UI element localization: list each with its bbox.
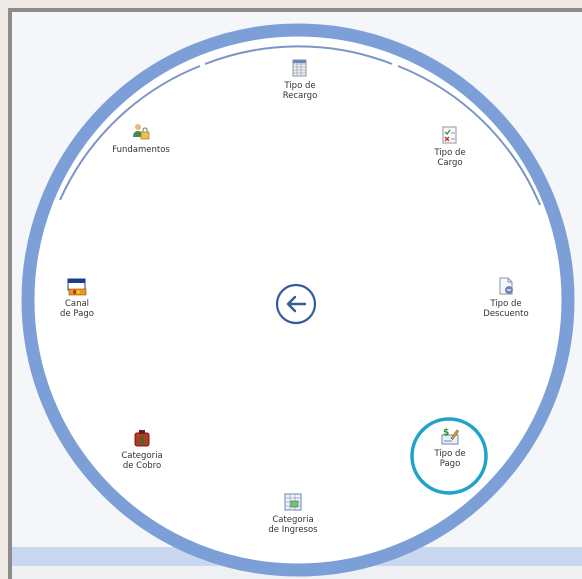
menu-item-label: Categoria de Cobro	[121, 451, 163, 471]
menu-item-categoria-cobro[interactable]: $ Categoria de Cobro	[102, 428, 182, 471]
svg-text:$: $	[443, 428, 449, 438]
menu-item-label: Tipo de Recargo	[282, 81, 318, 101]
users-lock-icon	[133, 124, 150, 140]
menu-item-tipo-recargo[interactable]: Tipo de Recargo	[260, 58, 340, 101]
spreadsheet-icon	[292, 59, 307, 77]
table-money-icon	[284, 493, 302, 511]
document-discount-icon	[499, 277, 513, 295]
menu-item-tipo-cargo[interactable]: Tipo de Cargo	[410, 125, 490, 168]
credit-card-icon	[67, 278, 87, 296]
menu-item-label: Categoria de Ingresos	[268, 515, 318, 535]
menu-item-tipo-pago[interactable]: $ Tipo de Pago	[410, 426, 490, 469]
back-button[interactable]	[274, 282, 318, 326]
menu-item-label: Fundamentos	[112, 145, 170, 155]
money-bag-icon: $	[134, 430, 150, 447]
checklist-icon	[442, 126, 457, 144]
menu-item-canal-pago[interactable]: Canal de Pago	[37, 276, 117, 319]
menu-item-fundamentos[interactable]: Fundamentos	[101, 122, 181, 155]
svg-text:$: $	[139, 436, 145, 446]
arrow-left-icon	[275, 283, 317, 325]
menu-item-label: Canal de Pago	[60, 299, 94, 319]
menu-item-label: Tipo de Cargo	[434, 148, 466, 168]
check-payment-icon: $	[441, 428, 459, 445]
menu-item-tipo-descuento[interactable]: Tipo de Descuento	[466, 276, 546, 319]
menu-item-label: Tipo de Descuento	[483, 299, 529, 319]
menu-item-label: Tipo de Pago	[434, 449, 466, 469]
menu-item-categoria-ingresos[interactable]: Categoria de Ingresos	[253, 492, 333, 535]
